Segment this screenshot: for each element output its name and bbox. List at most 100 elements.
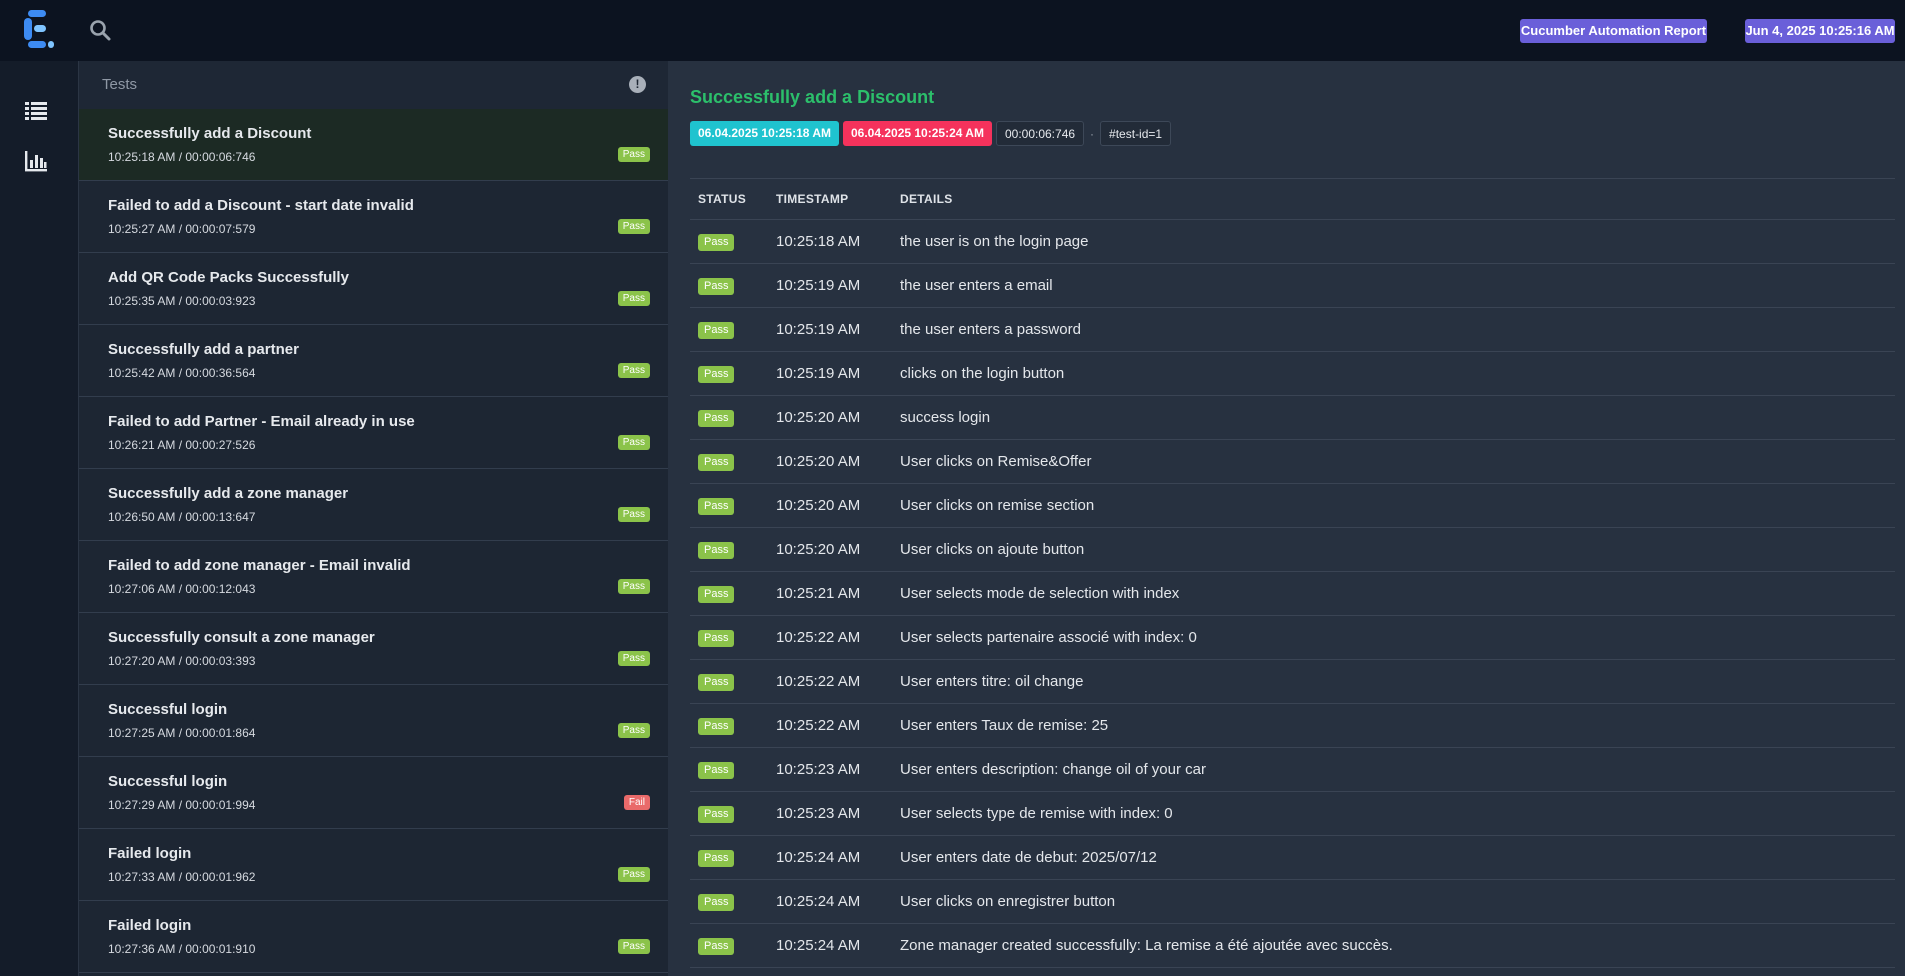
test-time-duration: 10:27:20 AM / 00:00:03:393	[108, 654, 256, 668]
step-status-cell: Pass	[690, 835, 768, 880]
step-timestamp: 10:25:19 AM	[768, 307, 892, 352]
step-timestamp: 10:25:18 AM	[768, 219, 892, 264]
test-time-duration: 10:25:35 AM / 00:00:03:923	[108, 294, 256, 308]
extent-logo-icon[interactable]	[24, 8, 58, 50]
step-status-cell: Pass	[690, 747, 768, 792]
test-time-duration: 10:27:06 AM / 00:00:12:043	[108, 582, 256, 596]
test-list-item[interactable]: Failed to add zone manager - Email inval…	[79, 541, 668, 613]
step-timestamp: 10:25:20 AM	[768, 439, 892, 484]
test-name: Successful login	[108, 773, 228, 790]
test-list-title: Tests	[102, 76, 138, 93]
step-details: the user is on the login page	[892, 219, 1895, 264]
test-list-item[interactable]: Failed to add Partner - Email already in…	[79, 397, 668, 469]
step-details: User selects partenaire associé with ind…	[892, 615, 1895, 660]
test-name: Failed to add zone manager - Email inval…	[108, 557, 411, 574]
column-header-status: STATUS	[690, 179, 768, 220]
status-badge: Pass	[617, 291, 650, 306]
step-status-cell: Pass	[690, 703, 768, 748]
test-name: Failed to add Partner - Email already in…	[108, 413, 415, 430]
test-list: Successfully add a Discount 10:25:18 AM /…	[79, 109, 668, 973]
status-badge: Pass	[617, 867, 650, 882]
test-time-duration: 10:25:42 AM / 00:00:36:564	[108, 366, 256, 380]
status-badge: Pass	[698, 849, 735, 867]
test-time-duration: 10:27:33 AM / 00:00:01:962	[108, 870, 256, 884]
step-details: success login	[892, 395, 1895, 440]
test-id-chip: #test-id=1	[1100, 121, 1172, 146]
step-timestamp: 10:25:22 AM	[768, 615, 892, 660]
step-timestamp: 10:25:22 AM	[768, 703, 892, 748]
report-date-badge: Jun 4, 2025 10:25:16 AM	[1745, 19, 1895, 43]
test-list-header: Tests !	[79, 61, 668, 109]
test-time-duration: 10:27:29 AM / 00:00:01:994	[108, 798, 256, 812]
step-status-cell: Pass	[690, 351, 768, 396]
step-timestamp: 10:25:21 AM	[768, 571, 892, 616]
step-details: User clicks on remise section	[892, 483, 1895, 528]
step-timestamp: 10:25:20 AM	[768, 483, 892, 528]
step-details: clicks on the login button	[892, 351, 1895, 396]
test-list-item[interactable]: Failed login 10:27:36 AM / 00:00:01:910 Pa…	[79, 901, 668, 973]
table-row: Pass 10:25:18 AM the user is on the login …	[690, 219, 1895, 264]
test-list-item[interactable]: Successfully add a partner 10:25:42 AM / …	[79, 325, 668, 397]
step-status-cell: Pass	[690, 615, 768, 660]
status-badge: Pass	[617, 939, 650, 954]
test-list-item[interactable]: Successfully add a Discount 10:25:18 AM /…	[79, 109, 668, 181]
test-time-duration: 10:26:21 AM / 00:00:27:526	[108, 438, 256, 452]
test-list-item[interactable]: Failed login 10:27:33 AM / 00:00:01:962 Pa…	[79, 829, 668, 901]
table-row: Pass 10:25:23 AM User selects type de remi…	[690, 791, 1895, 836]
bar-chart-icon[interactable]	[23, 148, 49, 174]
info-icon[interactable]: !	[629, 76, 646, 93]
step-details: User clicks on enregistrer button	[892, 879, 1895, 924]
step-details: User clicks on ajoute button	[892, 527, 1895, 572]
steps-table: STATUS TIMESTAMP DETAILS Pass 10:25:18 AM…	[690, 179, 1895, 968]
steps-table-header: STATUS TIMESTAMP DETAILS	[690, 179, 1895, 220]
step-details: User selects mode de selection with inde…	[892, 571, 1895, 616]
table-row: Pass 10:25:20 AM User clicks on Remise&Off…	[690, 439, 1895, 484]
step-timestamp: 10:25:19 AM	[768, 351, 892, 396]
step-details: the user enters a email	[892, 263, 1895, 308]
step-timestamp: 10:25:20 AM	[768, 527, 892, 572]
table-row: Pass 10:25:24 AM User clicks on enregistre…	[690, 879, 1895, 924]
status-badge: Pass	[617, 435, 650, 450]
test-list-item[interactable]: Add QR Code Packs Successfully 10:25:35 A…	[79, 253, 668, 325]
top-bar: Cucumber Automation Report Jun 4, 2025 1…	[0, 0, 1905, 61]
status-badge: Pass	[698, 365, 735, 383]
step-status-cell: Pass	[690, 659, 768, 704]
test-list-item[interactable]: Successful login 10:27:25 AM / 00:00:01:8…	[79, 685, 668, 757]
step-status-cell: Pass	[690, 879, 768, 924]
test-list-panel: Tests ! Successfully add a Discount 10:25…	[78, 61, 668, 976]
step-timestamp: 10:25:19 AM	[768, 263, 892, 308]
step-timestamp: 10:25:24 AM	[768, 923, 892, 968]
step-timestamp: 10:25:20 AM	[768, 395, 892, 440]
test-detail-title: Successfully add a Discount	[690, 87, 935, 107]
nav-rail	[0, 61, 78, 976]
list-icon[interactable]	[23, 97, 49, 123]
step-timestamp: 10:25:24 AM	[768, 835, 892, 880]
status-badge: Pass	[698, 453, 735, 471]
column-header-timestamp: TIMESTAMP	[768, 179, 892, 220]
step-status-cell: Pass	[690, 527, 768, 572]
test-list-item[interactable]: Successful login 10:27:29 AM / 00:00:01:9…	[79, 757, 668, 829]
test-list-item[interactable]: Successfully add a zone manager 10:26:50 …	[79, 469, 668, 541]
status-badge: Pass	[698, 805, 735, 823]
table-row: Pass 10:25:22 AM User enters titre: oil ch…	[690, 659, 1895, 704]
test-timing-chips: 06.04.2025 10:25:18 AM 06.04.2025 10:25:…	[690, 121, 1175, 146]
status-badge: Pass	[617, 723, 650, 738]
status-badge: Pass	[617, 651, 650, 666]
step-status-cell: Pass	[690, 571, 768, 616]
test-list-item[interactable]: Successfully consult a zone manager 10:27…	[79, 613, 668, 685]
test-list-item[interactable]: Failed to add a Discount - start date in…	[79, 181, 668, 253]
column-header-details: DETAILS	[892, 179, 1895, 220]
test-name: Successful login	[108, 701, 228, 718]
test-time-duration: 10:26:50 AM / 00:00:13:647	[108, 510, 256, 524]
status-badge: Pass	[698, 629, 735, 647]
step-details: the user enters a password	[892, 307, 1895, 352]
step-timestamp: 10:25:24 AM	[768, 879, 892, 924]
step-details: Zone manager created successfully: La re…	[892, 923, 1895, 968]
test-name: Successfully add a zone manager	[108, 485, 349, 502]
table-row: Pass 10:25:19 AM the user enters a passwor…	[690, 307, 1895, 352]
start-time-chip: 06.04.2025 10:25:18 AM	[690, 121, 839, 146]
end-time-chip: 06.04.2025 10:25:24 AM	[842, 121, 992, 146]
search-icon[interactable]	[88, 18, 112, 42]
table-row: Pass 10:25:19 AM the user enters a email	[690, 263, 1895, 308]
step-status-cell: Pass	[690, 923, 768, 968]
